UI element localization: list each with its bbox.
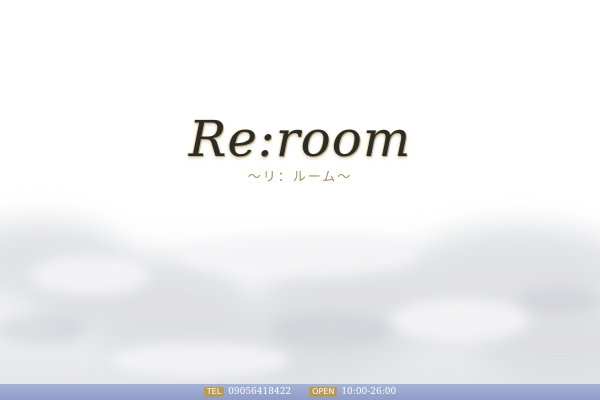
tel-info[interactable]: TEL 09056418422 [203,386,291,398]
open-hours-info: OPEN 10:00-26:00 [309,386,396,398]
tel-number[interactable]: 09056418422 [228,386,291,398]
cloud-background [0,200,600,384]
open-badge: OPEN [309,387,338,397]
logo-title: Re:room [188,110,412,168]
open-hours: 10:00-26:00 [341,387,397,397]
footer-info-bar: TEL 09056418422 OPEN 10:00-26:00 [0,384,600,400]
logo-subtitle: 〜リ：ルーム〜 [247,170,353,185]
landing-page: Re:room 〜リ：ルーム〜 TEL 09056418422 OPEN 10:… [0,0,600,400]
tel-badge: TEL [203,387,225,397]
brand-logo: Re:room 〜リ：ルーム〜 [150,110,450,186]
